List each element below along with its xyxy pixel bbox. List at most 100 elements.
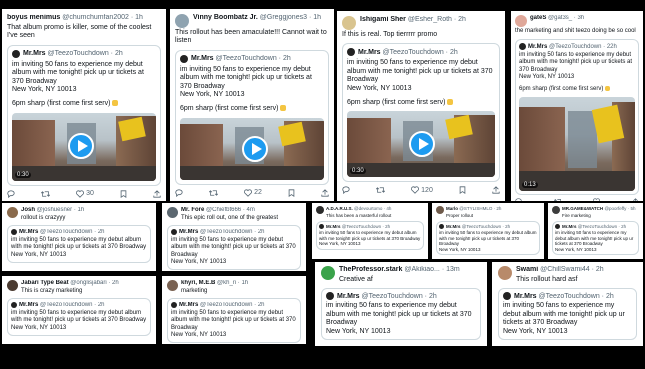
bookmark-button[interactable] xyxy=(459,186,466,195)
share-button[interactable] xyxy=(492,186,500,194)
quoted-tweet[interactable]: Mr.Mrs @TeezoTouchdown · 2h im inviting … xyxy=(552,221,639,255)
avatar[interactable] xyxy=(7,280,18,291)
quoted-tweet[interactable]: Mr.Mrs @TeezoTouchdown · 2h im inviting … xyxy=(498,288,637,340)
author-handle[interactable]: @ChillSwami44 xyxy=(540,266,590,273)
author-handle[interactable]: @Chiefbt666 xyxy=(206,207,241,213)
author-handle[interactable]: @Greggjones3 xyxy=(260,14,307,21)
author-handle[interactable]: @chumchumfan2002 xyxy=(62,14,129,21)
author-handle[interactable]: @gat3s_ xyxy=(548,15,572,21)
tweet-header: Vinny Boombatz Jr. @Greggjones3 · 1h xyxy=(175,14,329,28)
reply-icon xyxy=(342,186,350,195)
author-handle[interactable]: @STYLISHMLO xyxy=(459,206,492,211)
reply-button[interactable] xyxy=(342,186,350,195)
author-handle[interactable]: @Akikiao... xyxy=(404,266,440,273)
reply-button[interactable] xyxy=(7,190,15,198)
retweet-button[interactable] xyxy=(41,190,51,198)
avatar[interactable] xyxy=(498,266,512,280)
tweet-text: rollout is crazyyy xyxy=(21,215,66,221)
author-name[interactable]: boyus menimus xyxy=(7,14,60,21)
avatar[interactable] xyxy=(7,207,18,218)
video-player[interactable] xyxy=(180,117,324,180)
author-name[interactable]: Marlo xyxy=(446,206,458,211)
avatar[interactable] xyxy=(175,14,189,28)
author-name[interactable]: Ishigami Sher xyxy=(360,16,406,23)
tweet-card[interactable]: khyri, M.E.B @kh_ri · 1h marketing Mr.Mr… xyxy=(162,276,306,344)
tweet-header: boyus menimus @chumchumfan2002 · 1h xyxy=(7,14,161,22)
author-handle[interactable]: @poorfeffy xyxy=(604,206,626,211)
author-name[interactable]: Jabari Type Beat xyxy=(21,280,69,286)
play-icon[interactable] xyxy=(68,132,94,159)
tweet-card[interactable]: A.D.A.R.U.S. @devourtomo · 4h This has b… xyxy=(312,203,428,259)
author-name[interactable]: khyri, M.E.B xyxy=(181,280,215,286)
reply-button[interactable] xyxy=(175,189,183,197)
like-button[interactable]: 120 xyxy=(411,186,433,195)
like-icon xyxy=(244,189,253,197)
quoted-tweet[interactable]: Mr.Mrs @TeezoTouchdown · 2h im inviting … xyxy=(342,43,500,183)
share-button[interactable] xyxy=(632,198,639,201)
avatar[interactable] xyxy=(167,207,178,218)
author-handle[interactable]: @devourtomo xyxy=(354,206,382,211)
tweet-card[interactable]: gateS @gat3s_ · 3h the marketing and shi… xyxy=(511,11,643,201)
author-name[interactable]: A.D.A.R.U.S. xyxy=(326,206,353,211)
tweet-card[interactable]: Mr. Fore @Chiefbt666 · 4m This epic roll… xyxy=(162,203,306,271)
tweet-card[interactable]: Vinny Boombatz Jr. @Greggjones3 · 1h Thi… xyxy=(170,9,334,201)
quoted-tweet[interactable]: Mr.Mrs @TeezoTouchdown · 2h im inviting … xyxy=(7,44,161,186)
author-name[interactable]: Josh xyxy=(21,207,35,213)
tweet-card[interactable]: TheProfessor.stark @Akikiao... · 13m Cre… xyxy=(315,262,487,346)
tweet-card[interactable]: MR.GAME&WATCH @poorfeffy · 5h Fire marke… xyxy=(548,203,643,259)
post-time: · 1h xyxy=(73,207,85,213)
tweet-text: Proper rollout xyxy=(446,213,474,218)
avatar[interactable] xyxy=(515,15,527,27)
quoted-tweet[interactable]: Mr.Mrs @TeezoTouchdown · 2h im inviting … xyxy=(175,49,329,185)
tweet-card[interactable]: Josh @joshuesner · 1h rollout is crazyyy… xyxy=(2,203,156,271)
author-handle[interactable]: @Esher_Roth xyxy=(408,16,452,23)
author-name[interactable]: Vinny Boombatz Jr. xyxy=(193,14,258,21)
retweet-button[interactable] xyxy=(209,189,219,197)
like-button[interactable] xyxy=(593,198,601,201)
video-player[interactable]: 0:30 xyxy=(12,112,156,181)
quoted-tweet[interactable]: Mr.Mrs @TeezoTouchdown · 2h im inviting … xyxy=(167,225,301,270)
avatar[interactable] xyxy=(342,16,356,30)
avatar[interactable] xyxy=(552,206,560,214)
tweet-card[interactable]: Marlo @STYLISHMLO · 2h Proper rollout Mr… xyxy=(432,203,544,259)
author-name[interactable]: Swami xyxy=(516,266,538,273)
avatar xyxy=(11,229,17,236)
share-button[interactable] xyxy=(321,188,329,197)
avatar[interactable] xyxy=(316,206,324,214)
author-handle[interactable]: @joshuesner xyxy=(37,207,72,213)
video-player[interactable]: 0:13 xyxy=(519,97,635,192)
avatar[interactable] xyxy=(321,266,335,280)
avatar xyxy=(171,229,177,236)
author-name[interactable]: gateS xyxy=(530,15,546,21)
bookmark-button[interactable] xyxy=(120,190,127,198)
author-handle[interactable]: @kh_ri xyxy=(217,280,236,286)
retweet-button[interactable] xyxy=(553,198,562,201)
avatar xyxy=(347,48,355,57)
bookmark-button[interactable] xyxy=(288,189,295,197)
quoted-tweet[interactable]: Mr.Mrs @TeezoTouchdown · 2h im inviting … xyxy=(167,298,301,343)
tweet-card[interactable]: Ishigami Sher @Esher_Roth · 2h If this i… xyxy=(337,11,505,201)
reply-button[interactable] xyxy=(515,198,522,201)
author-handle[interactable]: @onglisjabari xyxy=(70,280,106,286)
retweet-button[interactable] xyxy=(376,186,386,194)
share-button[interactable] xyxy=(153,190,161,198)
quoted-tweet[interactable]: Mr.Mrs @TeezoTouchdown · 2h im inviting … xyxy=(7,298,151,336)
tweet-card[interactable]: Swami @ChillSwami44 · 2h This rollout ha… xyxy=(492,262,643,346)
avatar[interactable] xyxy=(167,280,178,291)
like-button[interactable]: 22 xyxy=(244,189,262,197)
quoted-tweet[interactable]: Mr.Mrs @TeezoTouchdown · 22h im inviting… xyxy=(515,39,639,196)
like-button[interactable]: 30 xyxy=(76,190,94,198)
quoted-tweet[interactable]: Mr.Mrs @TeezoTouchdown · 2h im inviting … xyxy=(7,225,151,263)
tweet-card[interactable]: Jabari Type Beat @onglisjabari · 2h This… xyxy=(2,276,156,344)
author-name[interactable]: TheProfessor.stark xyxy=(339,266,402,273)
author-name[interactable]: Mr. Fore xyxy=(181,207,204,213)
play-icon[interactable] xyxy=(242,135,268,162)
quoted-tweet[interactable]: Mr.Mrs @TeezoTouchdown · 2h im inviting … xyxy=(436,221,540,255)
quoted-tweet[interactable]: Mr.Mrs @TeezoTouchdown · 2h im inviting … xyxy=(321,288,481,340)
post-time: · 2h xyxy=(493,206,502,211)
tweet-card[interactable]: boyus menimus @chumchumfan2002 · 1h That… xyxy=(2,9,166,201)
avatar[interactable] xyxy=(436,206,444,214)
video-player[interactable]: 0:30 xyxy=(347,111,495,178)
quoted-tweet[interactable]: Mr.Mrs @TeezoTouchdown · 2h im inviting … xyxy=(316,221,424,250)
author-name[interactable]: MR.GAME&WATCH xyxy=(562,206,603,211)
